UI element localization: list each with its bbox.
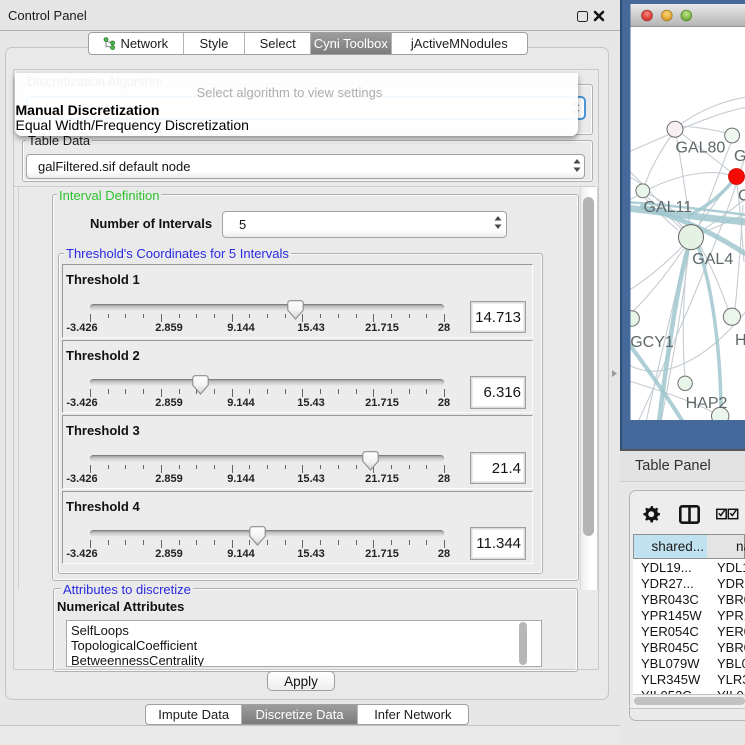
svg-text:HAP2: HAP2 xyxy=(686,395,728,412)
svg-text:GAL11: GAL11 xyxy=(644,199,693,216)
svg-text:C: C xyxy=(738,188,745,205)
svg-text:GAL80: GAL80 xyxy=(676,140,726,157)
svg-text:HIS: HIS xyxy=(735,332,745,349)
svg-text:GAL4: GAL4 xyxy=(692,251,733,268)
svg-text:GCY1: GCY1 xyxy=(630,334,674,351)
svg-text:GA: GA xyxy=(734,148,745,165)
